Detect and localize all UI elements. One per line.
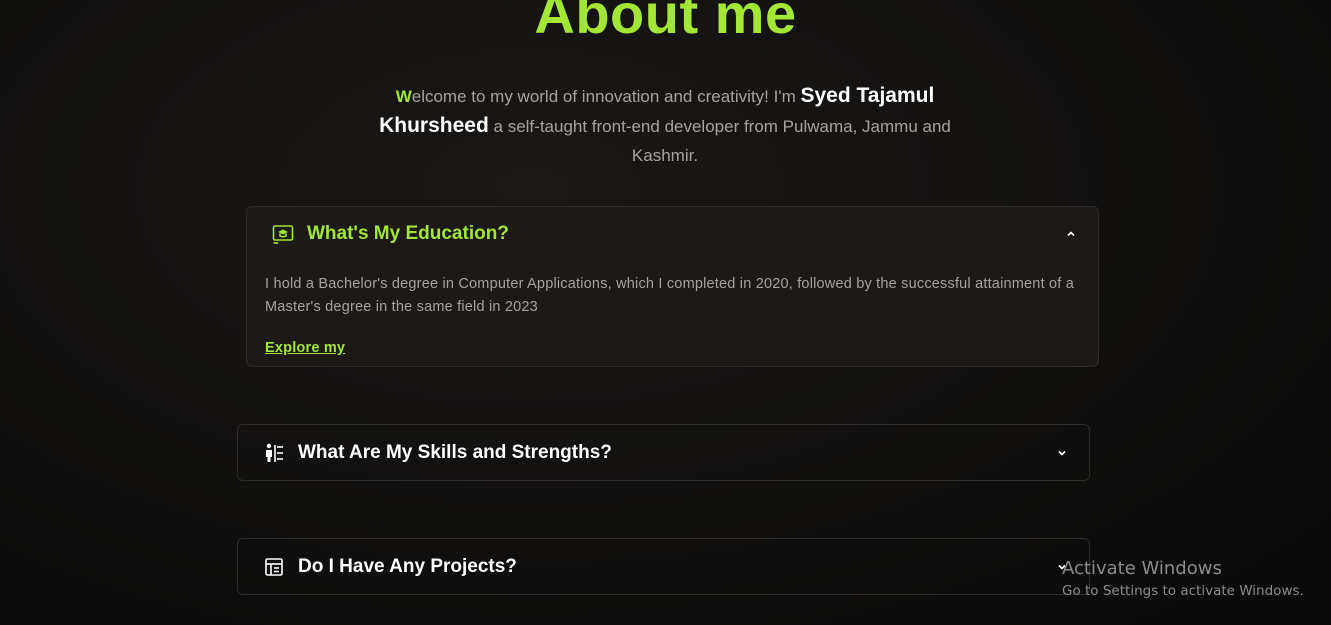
projects-icon	[262, 555, 286, 579]
projects-accordion-header[interactable]: Do I Have Any Projects?	[238, 539, 1089, 594]
skills-accordion-header[interactable]: What Are My Skills and Strengths?	[238, 425, 1089, 480]
education-accordion-header[interactable]: What's My Education?	[247, 207, 1098, 261]
windows-activation-watermark: Activate Windows Go to Settings to activ…	[1062, 557, 1304, 601]
intro-text-before-name: elcome to my world of innovation and cre…	[411, 87, 801, 106]
skills-accordion-title: What Are My Skills and Strengths?	[298, 441, 612, 463]
page-title: About me	[534, 0, 797, 45]
explore-link[interactable]: Explore my	[265, 337, 345, 360]
graduation-icon	[271, 222, 295, 246]
intro-text-after-name: a self-taught front-end developer from P…	[488, 117, 951, 165]
education-description: I hold a Bachelor's degree in Computer A…	[265, 276, 1075, 315]
intro-first-letter: W	[395, 87, 412, 106]
intro-paragraph: Welcome to my world of innovation and cr…	[355, 81, 975, 170]
chevron-down-icon[interactable]	[1055, 446, 1069, 460]
watermark-title: Activate Windows	[1062, 558, 1222, 579]
about-page: About me Welcome to my world of innovati…	[0, 0, 1331, 625]
chevron-up-icon[interactable]	[1064, 227, 1078, 241]
projects-accordion: Do I Have Any Projects?	[237, 538, 1090, 595]
projects-accordion-title: Do I Have Any Projects?	[298, 555, 517, 577]
skills-icon	[262, 441, 286, 465]
education-accordion-title: What's My Education?	[307, 223, 509, 244]
education-accordion-body: I hold a Bachelor's degree in Computer A…	[247, 261, 1098, 360]
skills-accordion: What Are My Skills and Strengths?	[237, 424, 1090, 481]
education-accordion: What's My Education? I hold a Bachelor's…	[246, 206, 1099, 367]
watermark-subtitle: Go to Settings to activate Windows.	[1062, 583, 1304, 599]
